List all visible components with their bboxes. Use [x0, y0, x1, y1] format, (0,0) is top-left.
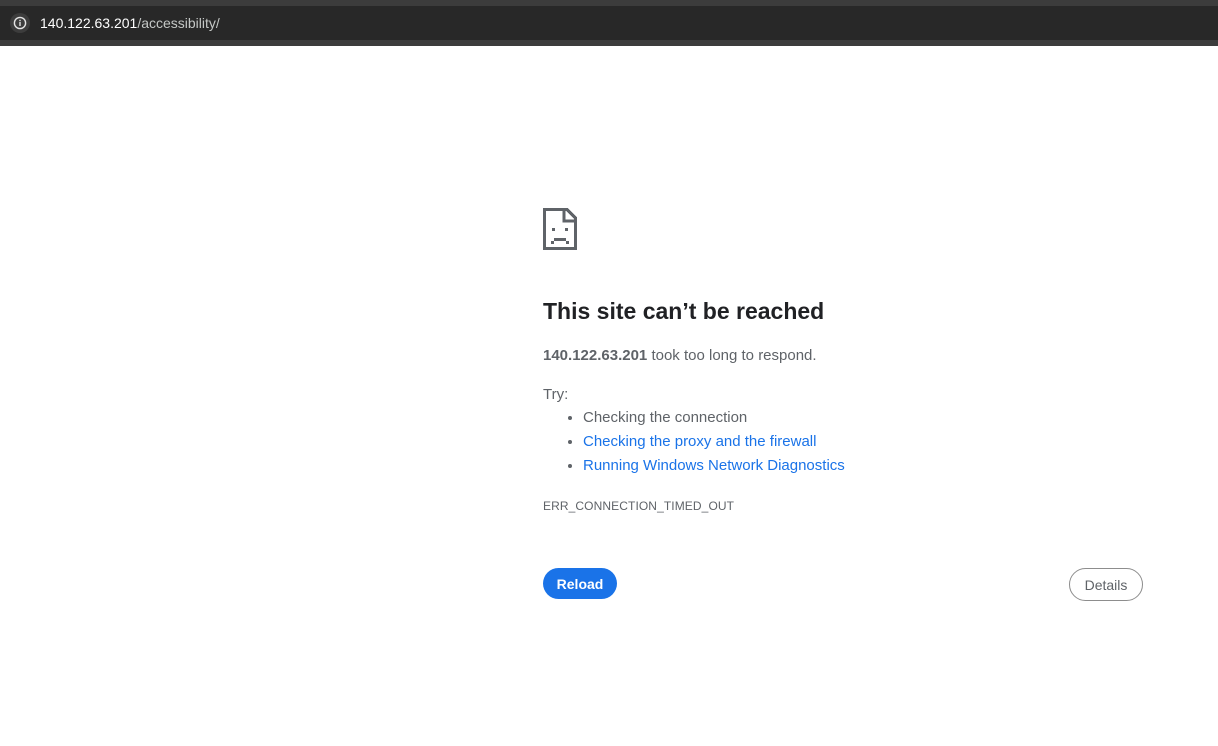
error-host: 140.122.63.201 [543, 347, 648, 364]
url-host: 140.122.63.201 [40, 15, 138, 31]
network-diagnostics-link[interactable]: Running Windows Network Diagnostics [583, 457, 845, 474]
url-path: /accessibility/ [137, 15, 220, 31]
error-code: ERR_CONNECTION_TIMED_OUT [543, 499, 735, 513]
browser-bottom-strip [0, 40, 1218, 46]
try-label: Try: [543, 386, 569, 403]
url-field[interactable]: 140.122.63.201/accessibility/ [40, 15, 220, 31]
suggestion-network-diagnostics: Running Windows Network Diagnostics [583, 457, 845, 481]
suggestion-check-proxy-firewall: Checking the proxy and the firewall [583, 433, 845, 457]
suggestion-label: Checking the connection [583, 409, 748, 426]
details-button[interactable]: Details [1069, 568, 1143, 601]
error-message-suffix: took too long to respond. [647, 347, 817, 364]
reload-button[interactable]: Reload [543, 568, 617, 599]
address-bar: 140.122.63.201/accessibility/ [0, 6, 1218, 40]
error-message: 140.122.63.201 took too long to respond. [543, 347, 817, 364]
suggestion-list: Checking the connection Checking the pro… [543, 409, 845, 481]
suggestion-check-connection: Checking the connection [583, 409, 845, 433]
check-proxy-firewall-link[interactable]: Checking the proxy and the firewall [583, 433, 816, 450]
sad-page-icon [543, 208, 577, 250]
page-title: This site can’t be reached [543, 298, 825, 324]
info-circle-icon[interactable] [10, 13, 30, 33]
